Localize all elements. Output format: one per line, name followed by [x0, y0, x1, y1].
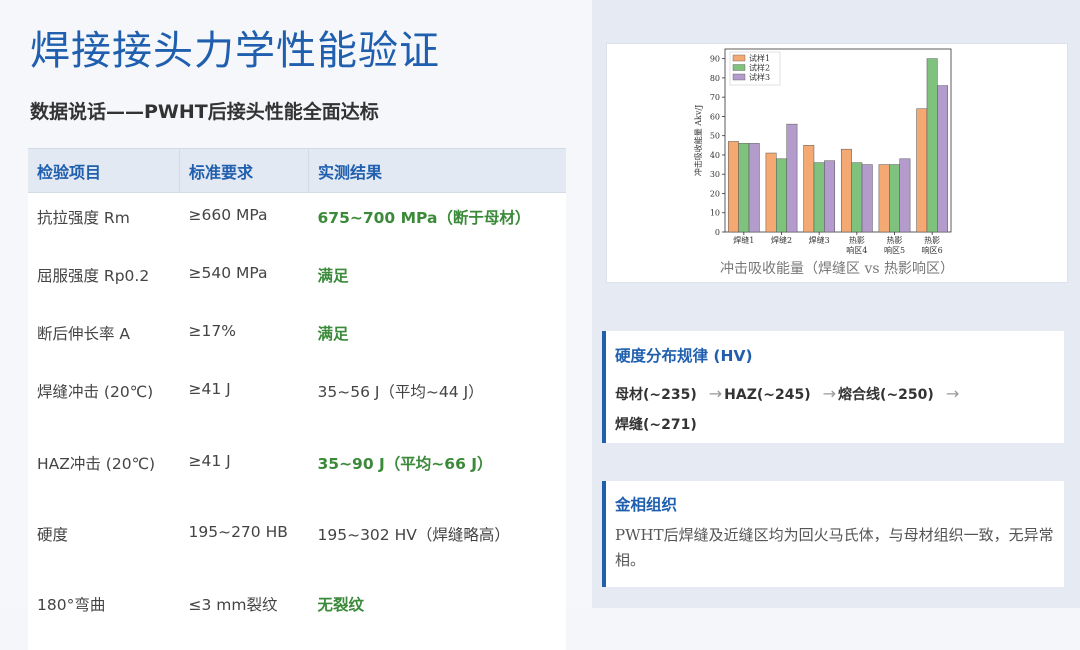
cell-requirement: ≥540 MPa: [179, 250, 309, 309]
cell-item: 抗拉强度 Rm: [28, 192, 180, 251]
table-row: 抗拉强度 Rm ≥660 MPa 675~700 MPa（断于母材）: [28, 192, 566, 251]
cell-item: 焊缝冲击 (20℃): [28, 366, 180, 439]
legend-swatch: [732, 64, 746, 71]
cell-result: 35~56 J（平均~44 J）: [308, 366, 566, 439]
table-row: 屈服强度 Rp0.2 ≥540 MPa 满足: [28, 250, 566, 309]
impact-bar-chart: 0 10 20 30 40 50 60 70 80 90 冲击吸收能量 Akv/J 焊缝1 焊缝2 焊缝3…: [693, 48, 952, 255]
x-tick-label: 焊缝2: [771, 235, 792, 245]
y-tick-label: 40: [710, 151, 720, 160]
cell-result: 满足: [308, 250, 566, 309]
x-tick-label: 热影: [924, 235, 940, 245]
cell-result: 675~700 MPa（断于母材）: [308, 192, 566, 251]
hardness-title: 硬度分布规律 (HV): [615, 347, 753, 365]
hardness-step: 母材(~235): [615, 387, 697, 403]
bar: [861, 164, 873, 233]
table-row: 断后伸长率 A ≥17% 满足: [28, 308, 566, 367]
bar: [937, 85, 949, 233]
cell-item: HAZ冲击 (20℃): [28, 438, 180, 510]
hardness-step: HAZ(~245): [724, 387, 811, 403]
legend-label: 试样1: [749, 53, 770, 63]
microstructure-title: 金相组织: [615, 496, 678, 514]
cell-requirement: ≥41 J: [179, 366, 309, 439]
bar: [738, 143, 750, 233]
column-header-requirement: 标准要求: [179, 148, 309, 193]
bar: [899, 158, 911, 233]
cell-requirement: ≥660 MPa: [179, 192, 309, 251]
hardness-step: 熔合线(~250): [838, 387, 934, 403]
cell-item: 180°弯曲: [28, 579, 180, 650]
y-tick-label: 50: [710, 132, 720, 141]
legend-swatch: [732, 54, 746, 62]
bar: [803, 145, 815, 233]
table-body: 抗拉强度 Rm ≥660 MPa 675~700 MPa（断于母材） 屈服强度 Rp0…: [28, 192, 566, 650]
y-tick-label: 30: [710, 170, 720, 179]
table-header-row: 检验项目 标准要求 实测结果: [28, 148, 566, 193]
y-tick-label: 70: [710, 93, 720, 102]
x-tick-label: 焊缝1: [733, 235, 754, 245]
cell-requirement: ≤3 mm裂纹: [179, 579, 309, 650]
bar: [786, 123, 798, 233]
impact-chart-card: 0 10 20 30 40 50 60 70 80 90 冲击吸收能量 Akv/J 焊缝1 焊缝2 焊缝3…: [606, 43, 1068, 283]
x-tick-label: 响区6: [922, 245, 943, 255]
cell-requirement: 195~270 HB: [179, 509, 309, 580]
column-header-item: 检验项目: [28, 148, 180, 193]
cell-requirement: ≥41 J: [179, 438, 309, 510]
bar: [813, 162, 825, 233]
x-tick-label: 热影: [887, 235, 903, 245]
table-row: HAZ冲击 (20℃) ≥41 J 35~90 J（平均~66 J）: [28, 438, 566, 510]
hardness-flow: 母材(~235) → HAZ(~245) → 熔合线(~250) → 焊缝(~271): [615, 379, 1055, 440]
x-tick-label: 响区5: [884, 245, 905, 255]
bar: [878, 164, 890, 233]
microstructure-text: PWHT后焊缝及近缝区均为回火马氏体，与母材组织一致，无异常相。: [615, 526, 1054, 569]
hardness-step: 焊缝(~271): [615, 417, 697, 433]
hardness-card: 硬度分布规律 (HV) 母材(~235) → HAZ(~245) → 熔合线(~250)…: [602, 331, 1064, 443]
arrow-right-icon: →: [945, 384, 960, 403]
legend-label: 试样3: [749, 72, 770, 82]
bar: [851, 162, 863, 233]
cell-item: 硬度: [28, 509, 180, 580]
legend-label: 试样2: [749, 63, 770, 73]
y-tick-label: 80: [710, 74, 720, 83]
y-tick-label: 0: [715, 228, 720, 237]
page-title: 焊接接头力学性能验证: [30, 28, 440, 74]
table-row: 焊缝冲击 (20℃) ≥41 J 35~56 J（平均~44 J）: [28, 366, 566, 439]
arrow-right-icon: →: [708, 384, 723, 403]
table-row: 硬度 195~270 HB 195~302 HV（焊缝略高）: [28, 509, 566, 580]
legend-swatch: [732, 73, 746, 81]
bar: [824, 160, 836, 233]
cell-item: 屈服强度 Rp0.2: [28, 250, 180, 309]
column-header-result: 实测结果: [308, 148, 566, 193]
bar: [727, 141, 739, 233]
cell-result: 无裂纹: [308, 579, 566, 650]
x-tick-label: 响区4: [846, 245, 867, 255]
cell-requirement: ≥17%: [179, 308, 309, 367]
x-tick-label: 焊缝3: [809, 235, 830, 245]
cell-result: 满足: [308, 308, 566, 367]
bar: [776, 158, 787, 233]
table-row: 180°弯曲 ≤3 mm裂纹 无裂纹: [28, 579, 566, 650]
x-tick-label: 热影: [849, 235, 865, 245]
chart-caption: 冲击吸收能量（焊缝区 vs 热影响区）: [720, 261, 954, 277]
cell-result: 195~302 HV（焊缝略高）: [308, 509, 566, 580]
y-axis-label: 冲击吸收能量 Akv/J: [693, 105, 703, 177]
left-panel: 焊接接头力学性能验证 数据说话——PWHT后接头性能全面达标 检验项目 标准要求…: [0, 0, 592, 650]
bar: [889, 164, 900, 233]
properties-table: 检验项目 标准要求 实测结果 抗拉强度 Rm ≥660 MPa 675~700 MP…: [28, 148, 566, 650]
microstructure-card: 金相组织 PWHT后焊缝及近缝区均为回火马氏体，与母材组织一致，无异常相。: [602, 481, 1064, 587]
y-tick-label: 90: [710, 55, 720, 64]
y-tick-label: 60: [710, 112, 720, 121]
bar: [926, 58, 938, 233]
cell-result: 35~90 J（平均~66 J）: [308, 438, 566, 510]
page-subtitle: 数据说话——PWHT后接头性能全面达标: [30, 101, 379, 123]
bar: [916, 108, 928, 233]
arrow-right-icon: →: [822, 384, 837, 403]
bar: [748, 143, 760, 233]
cell-item: 断后伸长率 A: [28, 308, 180, 367]
bar: [765, 152, 777, 233]
y-tick-label: 10: [710, 209, 720, 218]
y-tick-label: 20: [710, 189, 720, 198]
bar: [840, 148, 852, 233]
